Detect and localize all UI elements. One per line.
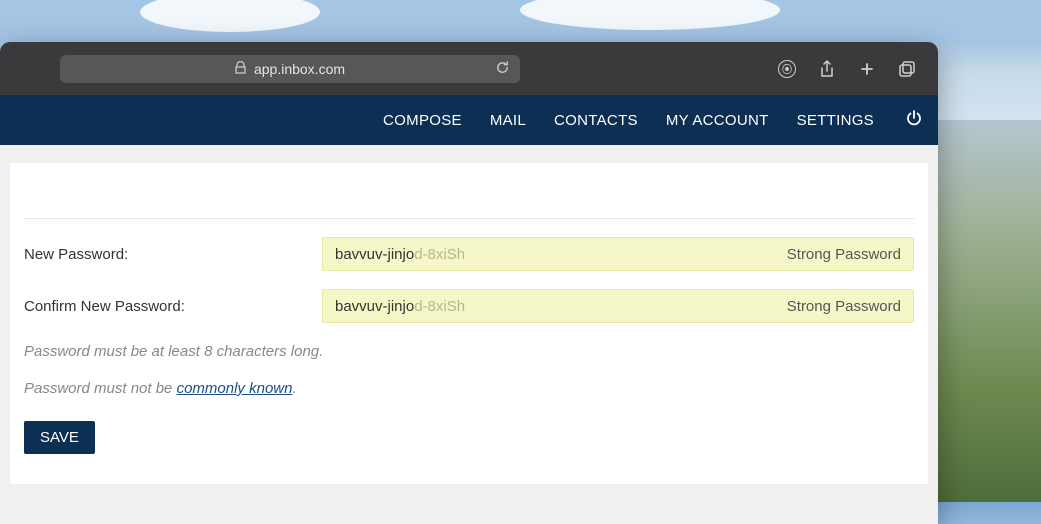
share-icon[interactable] [816,58,838,80]
lock-icon [235,61,246,77]
panel-header-space [24,163,914,219]
commonly-known-link[interactable]: commonly known [177,380,293,397]
onepassword-icon[interactable]: ⦿ [776,58,798,80]
nav-settings[interactable]: SETTINGS [797,112,874,129]
address-url: app.inbox.com [254,61,345,77]
browser-window: app.inbox.com ⦿ COMPOSE MAIL CONTACT [0,42,938,524]
app-nav-bar: COMPOSE MAIL CONTACTS MY ACCOUNT SETTING… [0,95,938,145]
browser-toolbar-icons: ⦿ [776,58,928,80]
tabs-icon[interactable] [896,58,918,80]
power-icon[interactable] [906,110,922,130]
desktop-landscape [936,120,1041,502]
new-password-row: New Password: bavvuv-jinjod-8xiSh Strong… [24,237,914,271]
new-password-input[interactable]: bavvuv-jinjod-8xiSh Strong Password [322,237,914,271]
nav-my-account[interactable]: MY ACCOUNT [666,112,769,129]
confirm-password-value: bavvuv-jinjod-8xiSh [335,298,465,315]
new-password-value: bavvuv-jinjod-8xiSh [335,246,465,263]
reload-icon[interactable] [495,60,510,78]
save-button[interactable]: SAVE [24,421,95,454]
desktop-sky [0,0,1041,40]
address-bar[interactable]: app.inbox.com [60,55,520,83]
confirm-password-row: Confirm New Password: bavvuv-jinjod-8xiS… [24,289,914,323]
content-area: New Password: bavvuv-jinjod-8xiSh Strong… [0,145,938,524]
nav-compose[interactable]: COMPOSE [383,112,462,129]
confirm-password-label: Confirm New Password: [24,298,322,315]
new-tab-icon[interactable] [856,58,878,80]
new-password-strength: Strong Password [787,246,901,263]
nav-contacts[interactable]: CONTACTS [554,112,638,129]
confirm-password-input[interactable]: bavvuv-jinjod-8xiSh Strong Password [322,289,914,323]
new-password-label: New Password: [24,246,322,263]
nav-mail[interactable]: MAIL [490,112,526,129]
password-hint-length: Password must be at least 8 characters l… [24,343,914,360]
confirm-password-strength: Strong Password [787,298,901,315]
browser-toolbar: app.inbox.com ⦿ [0,42,938,95]
password-panel: New Password: bavvuv-jinjod-8xiSh Strong… [10,163,928,484]
password-hint-common: Password must not be commonly known. [24,380,914,397]
